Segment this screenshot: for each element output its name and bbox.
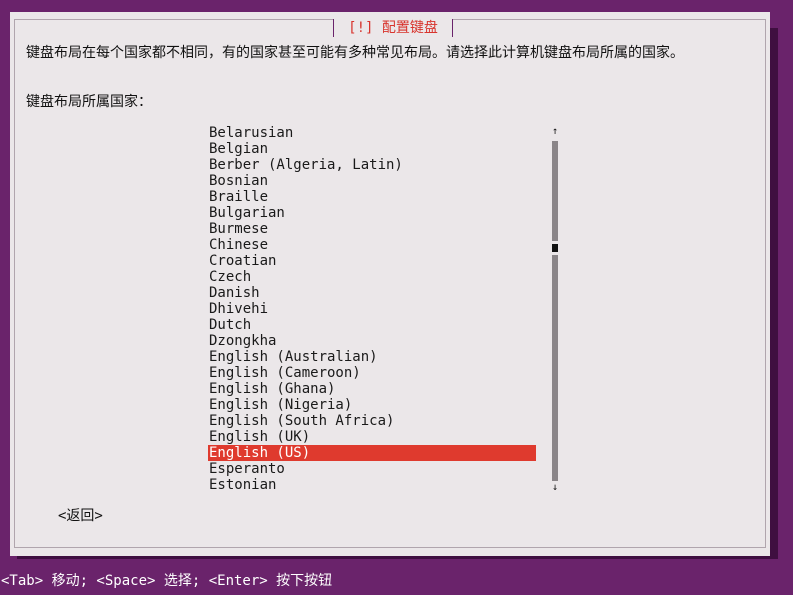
list-item[interactable]: Danish — [208, 285, 536, 301]
country-listbox[interactable]: Belarusian Belgian Berber (Algeria, Latin)… — [208, 125, 544, 493]
list-item[interactable]: Czech — [208, 269, 536, 285]
list-item[interactable]: Dzongkha — [208, 333, 536, 349]
dialog-title: [!] 配置键盘 — [333, 19, 453, 37]
list-item[interactable]: English (South Africa) — [208, 413, 536, 429]
list-item[interactable]: Belarusian — [208, 125, 536, 141]
scroll-track-lower[interactable] — [552, 255, 558, 481]
list-item[interactable]: Dhivehi — [208, 301, 536, 317]
scroll-up-arrow-icon[interactable]: ↑ — [550, 127, 560, 137]
list-item[interactable]: Bulgarian — [208, 205, 536, 221]
list-item[interactable]: Estonian — [208, 477, 536, 493]
status-bar: <Tab> 移动; <Space> 选择; <Enter> 按下按钮 — [1, 573, 333, 589]
back-button[interactable]: <返回> — [58, 508, 103, 524]
scroll-thumb[interactable] — [552, 244, 558, 252]
list-item[interactable]: Burmese — [208, 221, 536, 237]
installer-screen: [!] 配置键盘 键盘布局在每个国家都不相同，有的国家甚至可能有多种常见布局。请… — [0, 0, 793, 595]
list-item[interactable]: Bosnian — [208, 173, 536, 189]
list-item[interactable]: English (Ghana) — [208, 381, 536, 397]
list-item[interactable]: English (Cameroon) — [208, 365, 536, 381]
scrollbar[interactable]: ↑ ↓ — [550, 127, 560, 493]
list-label: 键盘布局所属国家： — [26, 94, 152, 110]
scroll-track-upper[interactable] — [552, 141, 558, 241]
list-item[interactable]: Chinese — [208, 237, 536, 253]
list-item[interactable]: Belgian — [208, 141, 536, 157]
list-item[interactable]: English (UK) — [208, 429, 536, 445]
list-item-selected[interactable]: English (US) — [208, 445, 536, 461]
list-item[interactable]: English (Nigeria) — [208, 397, 536, 413]
list-item[interactable]: Berber (Algeria, Latin) — [208, 157, 536, 173]
list-item[interactable]: English (Australian) — [208, 349, 536, 365]
list-item[interactable]: Croatian — [208, 253, 536, 269]
prompt-text: 键盘布局在每个国家都不相同，有的国家甚至可能有多种常见布局。请选择此计算机键盘布… — [26, 45, 684, 61]
list-item[interactable]: Esperanto — [208, 461, 536, 477]
scroll-down-arrow-icon[interactable]: ↓ — [550, 483, 560, 493]
list-item[interactable]: Braille — [208, 189, 536, 205]
configure-keyboard-dialog: [!] 配置键盘 键盘布局在每个国家都不相同，有的国家甚至可能有多种常见布局。请… — [10, 12, 770, 556]
list-item[interactable]: Dutch — [208, 317, 536, 333]
